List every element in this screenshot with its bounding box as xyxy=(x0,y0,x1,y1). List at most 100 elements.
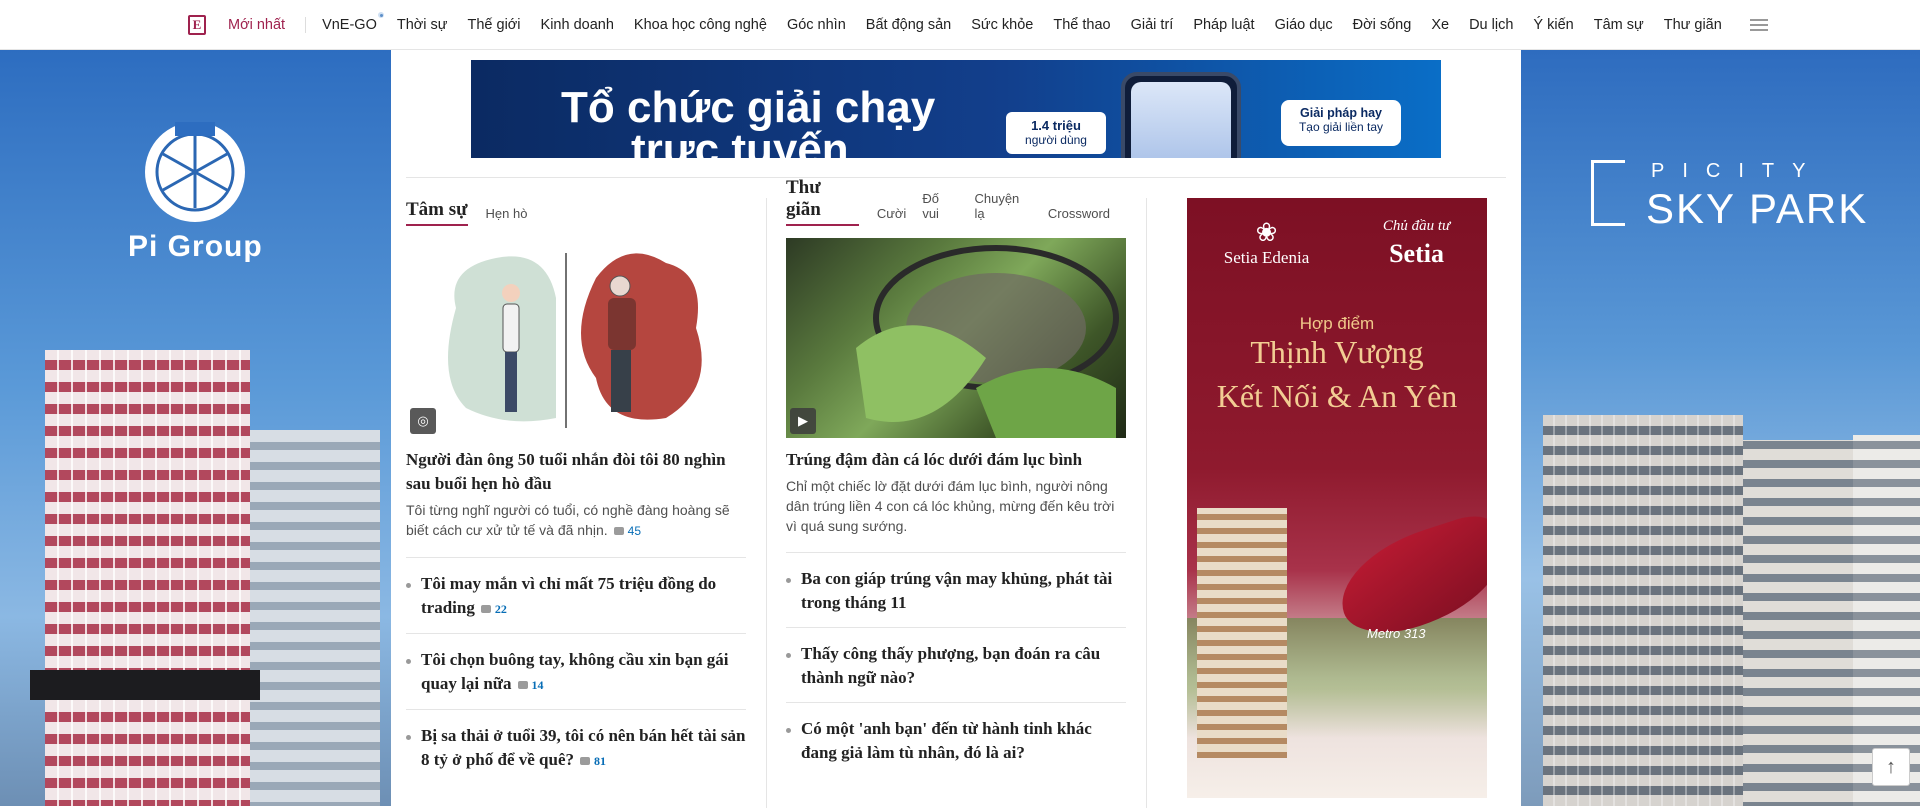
vnexpress-logo-icon[interactable]: E xyxy=(188,15,206,35)
ad-brand-right-label: Chủ đầu tư xyxy=(1382,218,1451,234)
phone-illustration xyxy=(1121,72,1241,158)
article-list: Tôi may mắn vì chỉ mất 75 triệu đồng do … xyxy=(406,557,746,785)
lead-article-description: Tôi từng nghĩ người có tuổi, có nghề đàn… xyxy=(406,500,746,541)
list-item[interactable]: Tôi chọn buông tay, không cầu xin bạn gá… xyxy=(406,633,746,709)
pi-group-emblem-icon xyxy=(145,122,246,222)
banner-badge-value: 1.4 triệu xyxy=(1031,118,1081,133)
building-illustration xyxy=(250,430,380,806)
banner-pill-title: Giải pháp hay xyxy=(1300,106,1382,120)
banner-pill-text: Tạo giải liền tay xyxy=(1298,120,1384,134)
list-item[interactable]: Có một 'anh bạn' đến từ hành tinh khác đ… xyxy=(786,702,1126,777)
list-item[interactable]: Ba con giáp trúng vận may khủng, phát tà… xyxy=(786,552,1126,627)
building-band xyxy=(30,670,260,700)
top-navigation: E Mới nhất VnE-GO Thời sự Thế giới Kinh … xyxy=(0,0,1920,50)
lead-article-title[interactable]: Trúng đậm đàn cá lóc dưới đám lục bình xyxy=(786,448,1126,472)
comment-count[interactable]: 22 xyxy=(481,602,507,616)
menu-icon[interactable] xyxy=(1749,19,1768,31)
subsection-hen-ho[interactable]: Hẹn hò xyxy=(486,206,528,226)
nav-item-thoi-su[interactable]: Thời sự xyxy=(397,17,448,33)
section-title-tam-su[interactable]: Tâm sự xyxy=(406,199,468,226)
list-item-title: Ba con giáp trúng vận may khủng, phát tà… xyxy=(801,569,1113,612)
banner-badge-label: người dùng xyxy=(1025,133,1087,147)
list-item[interactable]: Thấy công thấy phượng, bạn đoán ra câu t… xyxy=(786,627,1126,702)
article-thumbnail[interactable]: ▶ xyxy=(786,238,1126,438)
nav-item-suc-khoe[interactable]: Sức khỏe xyxy=(971,17,1033,33)
nav-item-giai-tri[interactable]: Giải trí xyxy=(1131,17,1174,33)
setia-edenia-logo: ❀ Setia Edenia xyxy=(1224,218,1309,269)
picity-sky-park-logo: PICITY SKY PARK xyxy=(1591,160,1868,233)
ad-brand-row: ❀ Setia Edenia Chủ đầu tư Setia xyxy=(1187,218,1487,269)
banner-cta-pill: Giải pháp hay Tạo giải liền tay xyxy=(1281,100,1401,146)
nav-item-khoa-hoc-cong-nghe[interactable]: Khoa học công nghệ xyxy=(634,17,767,33)
building-illustration xyxy=(1543,415,1743,806)
subsection-crossword[interactable]: Crossword xyxy=(1048,206,1110,226)
flower-icon: ❀ xyxy=(1255,218,1278,247)
nav-item-phap-luat[interactable]: Pháp luật xyxy=(1193,17,1254,33)
nav-item-vne-go[interactable]: VnE-GO xyxy=(322,10,386,33)
nav-item-y-kien[interactable]: Ý kiến xyxy=(1533,17,1573,33)
section-title-thu-gian[interactable]: Thư giãn xyxy=(786,177,859,226)
lead-article-description-text: Tôi từng nghĩ người có tuổi, có nghề đàn… xyxy=(406,502,730,538)
setia-edenia-ad[interactable]: ❀ Setia Edenia Chủ đầu tư Setia Hợp điểm… xyxy=(1187,198,1487,798)
nav-item-the-thao[interactable]: Thể thao xyxy=(1053,17,1110,33)
nav-item-moi-nhat[interactable]: Mới nhất xyxy=(228,17,285,33)
nav-item-label: VnE-GO xyxy=(322,17,377,33)
scroll-to-top-button[interactable]: ↑ xyxy=(1872,748,1910,786)
comment-count[interactable]: 45 xyxy=(614,524,641,538)
list-item[interactable]: Tôi may mắn vì chỉ mất 75 triệu đồng do … xyxy=(406,557,746,633)
ad-tagline-line2: Kết Nối & An Yên xyxy=(1216,378,1458,414)
comment-count[interactable]: 14 xyxy=(518,678,544,692)
main-content: Tổ chức giải chạy trực tuyến 1.4 triệu n… xyxy=(391,50,1521,808)
ad-brand-right-name: Setia xyxy=(1389,239,1444,268)
sky-park-wordmark: SKY PARK xyxy=(1646,185,1869,232)
banner-headline: Tổ chức giải chạy trực tuyến xyxy=(561,86,935,159)
left-skin-ad[interactable]: Pi Group xyxy=(0,50,391,806)
nav-item-xe[interactable]: Xe xyxy=(1431,17,1449,33)
subsection-do-vui[interactable]: Đố vui xyxy=(922,191,958,226)
comment-bubble-icon: ◎ xyxy=(410,408,436,434)
lead-article-description: Chỉ một chiếc lờ đặt dưới đám lục bình, … xyxy=(786,478,1115,534)
nav-item-du-lich[interactable]: Du lịch xyxy=(1469,17,1513,33)
building-illustration xyxy=(1721,440,1871,806)
video-play-icon: ▶ xyxy=(790,408,816,434)
nav-item-bat-dong-san[interactable]: Bất động sản xyxy=(866,17,951,33)
section-header: Tâm sự Hẹn hò xyxy=(406,198,746,226)
list-item[interactable]: Bị sa thải ở tuổi 39, tôi có nên bán hết… xyxy=(406,709,746,785)
ad-metro-label: Metro 313 xyxy=(1367,626,1426,641)
building-illustration xyxy=(45,350,250,806)
nav-item-goc-nhin[interactable]: Góc nhìn xyxy=(787,17,846,33)
ad-tagline-line1: Thịnh Vượng xyxy=(1250,334,1424,370)
article-list: Ba con giáp trúng vận may khủng, phát tà… xyxy=(786,552,1126,777)
lead-article-title[interactable]: Người đàn ông 50 tuổi nhắn đòi tôi 80 ng… xyxy=(406,448,746,496)
list-item-title: Thấy công thấy phượng, bạn đoán ra câu t… xyxy=(801,644,1101,687)
ad-brand-left: Setia Edenia xyxy=(1223,248,1310,267)
picity-wordmark: PICITY xyxy=(1651,160,1824,182)
section-divider xyxy=(406,177,1506,178)
subsection-chuyen-la[interactable]: Chuyện lạ xyxy=(974,191,1031,226)
pi-group-logo: Pi Group xyxy=(128,122,263,264)
comment-count[interactable]: 81 xyxy=(580,754,606,768)
nav-item-giao-duc[interactable]: Giáo dục xyxy=(1275,17,1333,33)
top-banner-ad[interactable]: Tổ chức giải chạy trực tuyến 1.4 triệu n… xyxy=(471,60,1441,158)
article-thumbnail[interactable]: ◎ xyxy=(406,238,746,438)
list-item-title: Tôi may mắn vì chỉ mất 75 triệu đồng do … xyxy=(421,574,717,617)
nav-item-doi-song[interactable]: Đời sống xyxy=(1353,17,1412,33)
column-divider xyxy=(766,198,767,808)
section-header: Thư giãn Cười Đố vui Chuyện lạ Crossword xyxy=(786,177,1126,226)
setia-logo: Chủ đầu tư Setia xyxy=(1383,218,1450,269)
nav-item-tam-su[interactable]: Tâm sự xyxy=(1594,17,1644,33)
notification-dot-icon xyxy=(375,10,386,20)
list-item-title: Tôi chọn buông tay, không cầu xin bạn gá… xyxy=(421,650,729,693)
list-item-title: Có một 'anh bạn' đến từ hành tinh khác đ… xyxy=(801,719,1092,762)
section-tam-su: Tâm sự Hẹn hò ◎ Người đàn ông 50 tuổi nh… xyxy=(406,198,746,785)
nav-item-kinh-doanh[interactable]: Kinh doanh xyxy=(541,17,614,33)
banner-user-badge: 1.4 triệu người dùng xyxy=(1006,112,1106,154)
pi-group-wordmark: Pi Group xyxy=(128,230,263,263)
right-skin-ad[interactable]: PICITY SKY PARK xyxy=(1521,50,1920,806)
banner-headline-line2: trực tuyến xyxy=(631,125,849,159)
nav-item-thu-gian[interactable]: Thư giãn xyxy=(1664,17,1722,33)
ad-tagline-small: Hợp điểm xyxy=(1299,314,1375,333)
subsection-cuoi[interactable]: Cười xyxy=(877,206,907,226)
nav-separator xyxy=(305,17,307,33)
nav-item-the-gioi[interactable]: Thế giới xyxy=(468,17,521,33)
